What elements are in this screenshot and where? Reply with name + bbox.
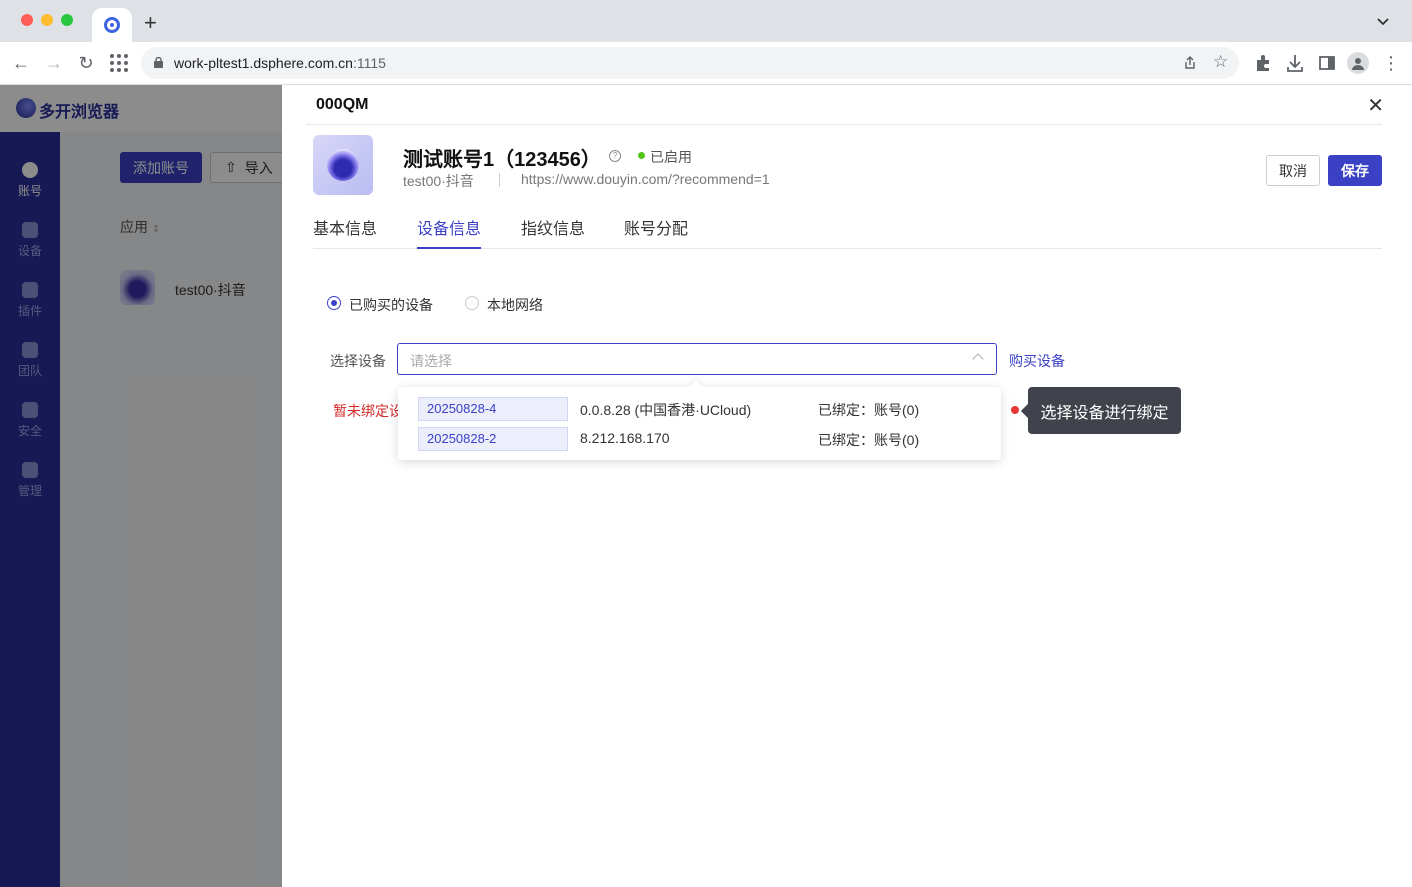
tab-device-info[interactable]: 设备信息 [417, 215, 482, 249]
tooltip-dot-icon [1011, 406, 1019, 414]
browser-tabbar: + [0, 0, 1412, 42]
buy-device-link[interactable]: 购买设备 [1009, 351, 1065, 371]
account-avatar-large [313, 135, 373, 195]
account-name: 测试账号1（123456） [403, 149, 601, 171]
tab-account-assignment[interactable]: 账号分配 [624, 215, 688, 249]
device-ip: 8.212.168.170 [580, 430, 670, 446]
divider [306, 124, 1382, 125]
cancel-button[interactable]: 取消 [1266, 155, 1320, 186]
chevron-down-icon[interactable] [1376, 14, 1390, 28]
chevron-up-icon [972, 353, 984, 365]
new-tab-button[interactable]: + [144, 12, 157, 34]
divider [499, 173, 500, 187]
device-tag: 20250828-2 [418, 427, 568, 451]
radio-label-local-network[interactable]: 本地网络 [487, 295, 543, 315]
profile-avatar-icon[interactable] [1347, 52, 1369, 74]
device-bound-count: 已绑定：账号(0) [818, 432, 920, 448]
account-url: https://www.douyin.com/?recommend=1 [521, 171, 770, 187]
favicon-icon [104, 17, 120, 33]
dropdown-option[interactable]: 20250828-4 0.0.8.28 (中国香港·UCloud) 已绑定：账号… [398, 393, 1001, 423]
select-device-label: 选择设备 [330, 353, 386, 369]
bookmark-star-icon[interactable]: ☆ [1213, 52, 1228, 72]
device-tag: 20250828-4 [418, 397, 568, 421]
close-icon[interactable]: ✕ [1367, 93, 1384, 118]
drawer-title: 000QM [316, 96, 369, 113]
account-edit-drawer: 000QM ✕ 测试账号1（123456） ? 已启用 test00·抖音 ht… [282, 85, 1412, 887]
maximize-window-button[interactable] [61, 14, 73, 26]
download-icon[interactable] [1284, 52, 1306, 74]
browser-menu-icon[interactable]: ⋮ [1380, 52, 1402, 74]
device-dropdown: 20250828-4 0.0.8.28 (中国香港·UCloud) 已绑定：账号… [398, 387, 1001, 460]
side-panel-icon[interactable] [1316, 52, 1338, 74]
status-badge: 已启用 [650, 149, 692, 165]
help-icon[interactable]: ? [609, 150, 621, 162]
account-platform: test00·抖音 [403, 173, 474, 189]
device-ip: 0.0.8.28 (中国香港·UCloud) [580, 402, 752, 418]
tab-basic-info[interactable]: 基本信息 [313, 215, 377, 249]
dropdown-option[interactable]: 20250828-2 8.212.168.170 已绑定：账号(0) [398, 423, 1001, 453]
device-bound-count: 已绑定：账号(0) [818, 402, 920, 418]
save-button[interactable]: 保存 [1328, 155, 1382, 186]
address-bar[interactable]: work-pltest1.dsphere.com.cn:1115 ☆ [141, 47, 1239, 79]
url-text: work-pltest1.dsphere.com.cn:1115 [174, 55, 386, 71]
status-dot-icon [638, 152, 645, 159]
radio-local-network[interactable] [465, 296, 479, 310]
reload-icon[interactable]: ↻ [75, 52, 97, 74]
browser-tab[interactable] [92, 8, 132, 42]
tab-fingerprint-info[interactable]: 指纹信息 [521, 215, 585, 249]
extensions-icon[interactable] [1252, 52, 1274, 74]
back-icon[interactable]: ← [10, 52, 32, 74]
share-icon[interactable] [1183, 56, 1197, 70]
unbound-warning: 暂未绑定设 [333, 403, 399, 419]
hint-tooltip: 选择设备进行绑定 [1028, 387, 1181, 434]
device-select[interactable]: 请选择 [397, 343, 997, 375]
radio-label-purchased-device[interactable]: 已购买的设备 [349, 295, 433, 315]
apps-grid-icon[interactable] [108, 52, 130, 74]
close-window-button[interactable] [21, 14, 33, 26]
forward-icon[interactable]: → [43, 52, 65, 74]
minimize-window-button[interactable] [41, 14, 53, 26]
radio-purchased-device[interactable] [327, 296, 341, 310]
drawer-tabs: 基本信息 设备信息 指纹信息 账号分配 [313, 215, 1382, 249]
browser-toolbar: ← → ↻ work-pltest1.dsphere.com.cn:1115 ☆… [0, 42, 1412, 85]
lock-icon [154, 57, 163, 68]
select-placeholder: 请选择 [410, 353, 452, 369]
